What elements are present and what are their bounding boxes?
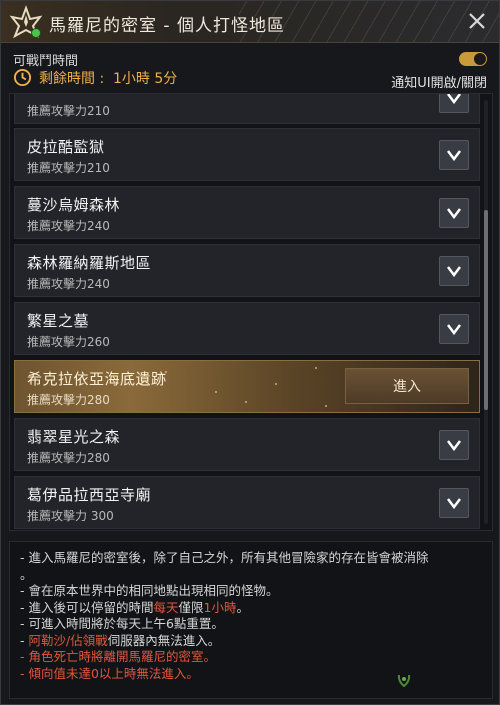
- chevron-down-icon: [447, 440, 461, 451]
- note-line: - 會在原本世界中的相同地點出現相同的怪物。: [20, 583, 279, 598]
- dungeon-name: 葛伊品拉西亞寺廟: [27, 486, 152, 504]
- laurel-emblem-icon: [397, 674, 411, 688]
- dungeon-name: 翡翠星光之森: [27, 428, 121, 446]
- dungeon-item[interactable]: 翡翠星光之森 推薦攻擊力280: [14, 418, 480, 471]
- note-line: - 阿勒沙/佔領戰伺服器內無法進入。: [20, 632, 221, 648]
- dungeon-item[interactable]: 推薦攻擊力210: [14, 94, 480, 124]
- expand-button[interactable]: [439, 140, 469, 170]
- dungeon-item[interactable]: 森林羅納羅斯地區 推薦攻擊力240: [14, 244, 480, 297]
- expand-button[interactable]: [439, 94, 469, 113]
- notify-ui-label: 通知UI開啟/關閉: [391, 76, 487, 91]
- list-scrollbar[interactable]: [484, 100, 488, 524]
- expand-button[interactable]: [439, 198, 469, 228]
- dungeon-name: 蔓沙烏姆森林: [27, 196, 121, 214]
- recommended-power: 推薦攻擊力260: [27, 335, 110, 349]
- note-line: - 進入馬羅尼的密室後，除了自己之外，所有其他冒險家的存在皆會被消除: [20, 550, 429, 565]
- info-notes: - 進入馬羅尼的密室後，除了自己之外，所有其他冒險家的存在皆會被消除 。 - 會…: [9, 541, 493, 699]
- dungeon-name: 森林羅納羅斯地區: [27, 254, 152, 272]
- dungeon-item[interactable]: 蔓沙烏姆森林 推薦攻擊力240: [14, 186, 480, 239]
- recommended-power: 推薦攻擊力240: [27, 277, 110, 291]
- dungeon-item-selected[interactable]: 希克拉依亞海底遺跡 推薦攻擊力280 進入: [14, 360, 480, 413]
- expand-button[interactable]: [439, 256, 469, 286]
- note-line: - 可進入時間將於每天上午6點重置。: [20, 616, 224, 631]
- dungeon-name: 希克拉依亞海底遺跡: [27, 370, 167, 388]
- clock-icon: [13, 68, 32, 87]
- recommended-power: 推薦攻擊力210: [27, 104, 110, 118]
- status-area: 可戰鬥時間 剩餘時間 : 1小時 5分 通知UI開啟/關閉: [1, 44, 499, 92]
- notify-ui-toggle[interactable]: [459, 52, 487, 66]
- enter-button[interactable]: 進入: [345, 368, 469, 404]
- dungeon-name: 皮拉酷監獄: [27, 138, 105, 156]
- chevron-down-icon: [447, 208, 461, 219]
- dungeon-window: 馬羅尼的密室 - 個人打怪地區 可戰鬥時間 剩餘時間 : 1小時 5分 通知UI…: [0, 0, 500, 705]
- window-title: 馬羅尼的密室 - 個人打怪地區: [49, 16, 285, 36]
- remaining-time-value: 1小時 5分: [113, 71, 178, 87]
- available-time-label: 可戰鬥時間: [13, 54, 79, 69]
- chevron-down-icon: [447, 324, 461, 335]
- dungeon-item[interactable]: 皮拉酷監獄 推薦攻擊力210: [14, 128, 480, 181]
- recommended-power: 推薦攻擊力280: [27, 451, 110, 465]
- dungeon-item[interactable]: 葛伊品拉西亞寺廟 推薦攻擊力 300: [14, 476, 480, 529]
- note-line-warning: - 傾向值未達0以上時無法進入。: [20, 665, 199, 681]
- note-line: - 進入後可以停留的時間每天僅限1小時。: [20, 599, 249, 615]
- recommended-power: 推薦攻擊力 300: [27, 509, 114, 523]
- chevron-down-icon: [447, 94, 461, 104]
- recommended-power: 推薦攻擊力210: [27, 161, 110, 175]
- chevron-down-icon: [447, 150, 461, 161]
- expand-button[interactable]: [439, 314, 469, 344]
- expand-button[interactable]: [439, 430, 469, 460]
- chevron-down-icon: [447, 266, 461, 277]
- note-line: 。: [20, 566, 33, 582]
- recommended-power: 推薦攻擊力280: [27, 393, 110, 407]
- online-status-dot: [31, 28, 41, 38]
- dungeon-item[interactable]: 繁星之墓 推薦攻擊力260: [14, 302, 480, 355]
- remaining-time-label: 剩餘時間 :: [39, 71, 105, 87]
- recommended-power: 推薦攻擊力240: [27, 219, 110, 233]
- close-icon[interactable]: [465, 9, 489, 33]
- dungeon-list-panel: 推薦攻擊力210 皮拉酷監獄 推薦攻擊力210 蔓沙烏姆森林 推薦攻擊力240: [9, 93, 493, 531]
- scrollbar-thumb[interactable]: [484, 210, 488, 410]
- title-bar: 馬羅尼的密室 - 個人打怪地區: [1, 1, 499, 43]
- expand-button[interactable]: [439, 488, 469, 518]
- dungeon-name: 繁星之墓: [27, 312, 90, 330]
- chevron-down-icon: [447, 498, 461, 509]
- note-line-warning: - 角色死亡時將離開馬羅尼的密室。: [20, 649, 216, 664]
